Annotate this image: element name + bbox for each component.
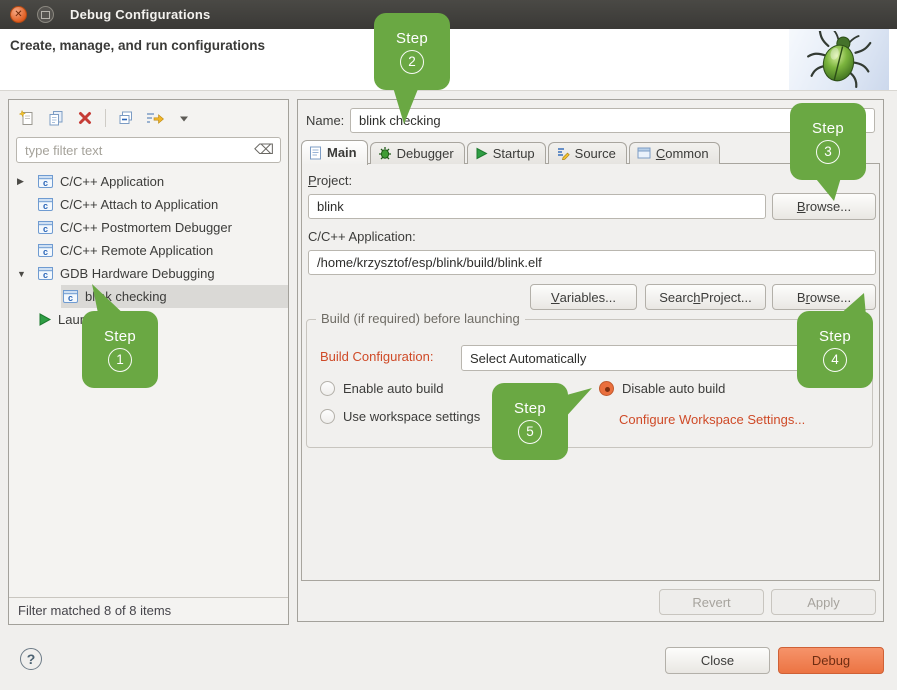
delete-launch-config-icon[interactable] xyxy=(75,108,95,128)
step-2-number: 2 xyxy=(400,50,424,74)
sidebar-toolbar xyxy=(9,100,288,133)
svg-text:c: c xyxy=(43,270,48,280)
project-label: Project: xyxy=(308,173,352,188)
search-project-button[interactable]: Search Project... xyxy=(645,284,766,310)
page-title: Create, manage, and run configurations xyxy=(10,38,265,53)
tab-main[interactable]: Main xyxy=(301,140,368,165)
duplicate-launch-config-icon[interactable] xyxy=(46,108,66,128)
revert-button[interactable]: Revert xyxy=(659,589,764,615)
tree-item-gdb-hardware-debugging[interactable]: ▼ c GDB Hardware Debugging xyxy=(9,262,288,285)
main-tab-content: Project: Browse... C/C++ Application: Va… xyxy=(301,163,880,581)
svg-text:c: c xyxy=(68,293,73,303)
tree-item-cpp-attach[interactable]: c C/C++ Attach to Application xyxy=(9,193,288,216)
step-3-number: 3 xyxy=(816,140,840,164)
application-label: C/C++ Application: xyxy=(308,229,416,244)
tree-item-blink-checking-selected[interactable]: c blink checking xyxy=(9,285,288,308)
filter-field-wrap: ⌫ xyxy=(16,137,281,163)
banner xyxy=(789,29,889,90)
restore-window-icon[interactable] xyxy=(37,6,54,23)
window-icon xyxy=(637,147,651,159)
launch-group-icon xyxy=(37,312,52,327)
variables-button[interactable]: Variables... xyxy=(530,284,637,310)
application-input[interactable] xyxy=(308,250,876,275)
tree-item-cpp-remote[interactable]: c C/C++ Remote Application xyxy=(9,239,288,262)
debug-bug-icon xyxy=(378,146,392,160)
expander-expanded-icon[interactable]: ▼ xyxy=(15,269,37,279)
filter-launch-configs-icon[interactable] xyxy=(145,108,165,128)
window-title: Debug Configurations xyxy=(70,7,211,22)
page-icon xyxy=(309,146,322,160)
step-2-annotation: Step 2 xyxy=(374,13,450,90)
tab-startup[interactable]: Startup xyxy=(467,142,546,164)
tab-debugger[interactable]: Debugger xyxy=(370,142,465,164)
radio-selected-icon[interactable] xyxy=(599,381,614,396)
toolbar-menu-caret-icon[interactable] xyxy=(174,108,194,128)
build-before-launch-group: Build (if required) before launching Bui… xyxy=(306,319,873,448)
use-workspace-settings-option[interactable]: Use workspace settings xyxy=(320,409,480,424)
step-4-annotation: Step 4 xyxy=(797,311,873,388)
browse-project-button[interactable]: Browse... xyxy=(772,193,876,220)
svg-text:c: c xyxy=(43,247,48,257)
apply-button[interactable]: Apply xyxy=(771,589,876,615)
close-button[interactable]: Close xyxy=(665,647,770,674)
debug-button[interactable]: Debug xyxy=(778,647,884,674)
config-tabs: Main Debugger Startup Source Common xyxy=(301,140,722,164)
help-button[interactable]: ? xyxy=(20,648,42,670)
svg-text:c: c xyxy=(43,201,48,211)
c-app-icon: c xyxy=(37,243,54,258)
play-icon xyxy=(475,147,488,160)
step-4-number: 4 xyxy=(823,348,847,372)
bug-icon xyxy=(803,31,875,89)
svg-text:c: c xyxy=(43,224,48,234)
tree-item-cpp-application[interactable]: ▶ c C/C++ Application xyxy=(9,170,288,193)
tab-source[interactable]: Source xyxy=(548,142,627,164)
collapse-all-icon[interactable] xyxy=(116,108,136,128)
clear-filter-icon[interactable]: ⌫ xyxy=(254,141,274,158)
c-app-icon: c xyxy=(37,174,54,189)
step-1-annotation: Step 1 xyxy=(82,311,158,388)
c-app-icon: c xyxy=(62,289,79,304)
build-configuration-label: Build Configuration: xyxy=(320,349,433,364)
project-input[interactable] xyxy=(308,194,766,219)
enable-auto-build-option[interactable]: Enable auto build xyxy=(320,381,443,396)
c-app-icon: c xyxy=(37,266,54,281)
source-icon xyxy=(556,146,570,160)
expander-collapsed-icon[interactable]: ▶ xyxy=(15,176,37,187)
launch-config-tree: ▶ c C/C++ Application c C/C++ Attach to … xyxy=(9,170,288,331)
configure-workspace-settings-link[interactable]: Configure Workspace Settings... xyxy=(619,412,805,427)
toolbar-separator xyxy=(105,109,106,127)
filter-input[interactable] xyxy=(16,137,281,163)
close-window-icon[interactable]: ✕ xyxy=(10,6,27,23)
new-launch-config-icon[interactable] xyxy=(17,108,37,128)
disable-auto-build-option[interactable]: Disable auto build xyxy=(599,381,725,396)
step-3-annotation: Step 3 xyxy=(790,103,866,180)
svg-text:c: c xyxy=(43,178,48,188)
debug-configurations-dialog: ✕ Debug Configurations Create, manage, a… xyxy=(0,0,897,690)
tab-common[interactable]: Common xyxy=(629,142,720,164)
c-app-icon: c xyxy=(37,197,54,212)
tree-item-cpp-postmortem[interactable]: c C/C++ Postmortem Debugger xyxy=(9,216,288,239)
radio-unselected-icon[interactable] xyxy=(320,381,335,396)
step-5-annotation: Step 5 xyxy=(492,383,568,460)
step-1-number: 1 xyxy=(108,348,132,372)
browse-application-button[interactable]: Browse... xyxy=(772,284,876,310)
build-group-title: Build (if required) before launching xyxy=(316,311,525,326)
selection-highlight: c blink checking xyxy=(61,285,288,308)
filter-status-text: Filter matched 8 of 8 items xyxy=(9,597,288,624)
c-app-icon: c xyxy=(37,220,54,235)
radio-unselected-icon[interactable] xyxy=(320,409,335,424)
name-label: Name: xyxy=(306,113,344,128)
step-5-number: 5 xyxy=(518,420,542,444)
